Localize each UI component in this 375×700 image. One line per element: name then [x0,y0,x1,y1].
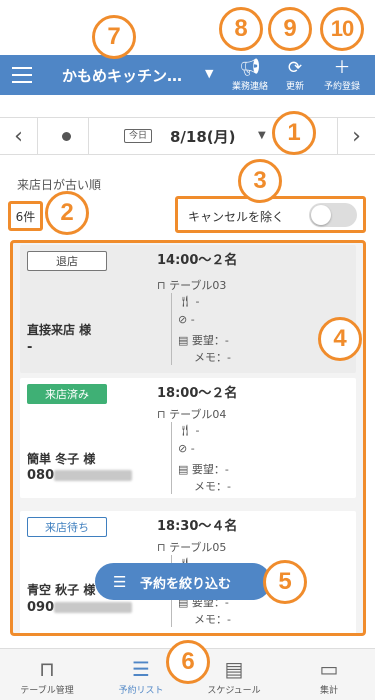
nav-label: 集計 [319,686,338,696]
memo-info: メモ：- [194,613,231,626]
megaphone-icon: 📢︎ [239,58,261,78]
dot-icon [62,131,71,141]
calendar-dot-button[interactable] [45,118,89,154]
reservation-card[interactable]: 退店 直接来店 様 - 14:00～２名 ⊓ テーブル03 🍴︎ - ⊘ - ▤… [20,245,356,373]
status-badge: 来店待ち [27,517,107,537]
next-day-button[interactable]: › [337,118,375,154]
add-reservation-label: 予約登録 [323,82,360,92]
chevron-left-icon: ‹ [14,123,23,149]
table-info: ⊓ テーブル03 [157,279,227,292]
divider [171,293,172,365]
cutlery-icon: 🍴︎ [178,295,196,308]
memo-info: メモ：- [194,351,231,364]
store-name[interactable]: かもめキッチン… [62,65,182,86]
sliders-icon: ☰ [113,573,127,591]
memo-info: メモ：- [194,480,231,493]
caret-down-icon[interactable]: ▼ [205,67,213,80]
table-icon: ⊓ [157,408,170,421]
callout-3: 3 [238,159,282,203]
callout-4: 4 [318,317,362,361]
refresh-button[interactable]: ⟳ 更新 [271,57,319,92]
callout-7: 7 [92,15,136,59]
date-bar: ‹ 今日 8/18(月) ▼ › [0,117,375,155]
nav-summary[interactable]: ▭ 集計 [284,655,374,696]
divider [171,422,172,494]
reservation-time: 14:00～２名 [157,253,238,268]
toggle-knob [311,205,331,225]
clipboard-icon: ▤ [178,334,192,347]
table-icon: ⊓ [157,279,170,292]
callout-5: 5 [263,560,307,604]
chevron-right-icon: › [352,123,361,149]
request-info: ▤ 要望：- [178,334,229,347]
refresh-icon: ⟳ [287,58,303,78]
filter-reservations-label: 予約を絞り込む [140,577,232,592]
coupon-info: ⊘ - [178,442,195,455]
status-badge: 退店 [27,251,107,271]
guest-phone: 090 [27,600,133,615]
redacted-phone [54,470,133,481]
nav-table-management[interactable]: ⊓ テーブル管理 [2,655,92,696]
course-info: 🍴︎ - [178,295,200,308]
callout-1: 1 [272,111,316,155]
exclude-cancel-toggle[interactable] [309,203,357,227]
redacted-phone [54,602,133,613]
callout-6: 6 [166,640,210,684]
add-reservation-button[interactable]: ＋ 予約登録 [318,57,366,92]
callout-9: 9 [268,7,312,51]
nav-label: スケジュール [207,686,261,696]
callout-8: 8 [219,7,263,51]
coupon-info: ⊘ - [178,313,195,326]
reservation-count: 6件 [8,201,43,231]
caret-down-icon[interactable]: ▼ [258,130,266,141]
guest-phone: 080 [27,468,133,483]
guest-name: 簡単 冬子 様 [27,452,96,466]
reservation-time: 18:30～４名 [157,519,238,534]
nav-label: テーブル管理 [20,686,74,696]
table-info: ⊓ テーブル05 [157,541,227,554]
sort-label[interactable]: 来店日が古い順 [17,176,101,193]
prev-day-button[interactable]: ‹ [0,118,38,154]
reservation-card[interactable]: 来店済み 簡単 冬子 様 080 18:00～２名 ⊓ テーブル04 🍴︎ - … [20,378,356,498]
guest-name: 青空 秋子 様 [27,583,96,597]
request-info: ▤ 要望：- [178,463,229,476]
reservation-time: 18:00～２名 [157,386,238,401]
refresh-label: 更新 [285,82,304,92]
menu-icon[interactable] [12,67,32,83]
today-button[interactable]: 今日 [124,129,153,143]
guest-phone: - [27,340,33,355]
nav-label: 予約リスト [118,686,164,696]
tag-icon: ⊘ [178,442,191,455]
guest-name: 直接来店 様 [27,323,92,337]
status-badge: 来店済み [27,384,107,404]
date-selector[interactable]: 8/18(月) [170,126,236,147]
tag-icon: ⊘ [178,313,191,326]
notice-button[interactable]: 📢︎ 業務連絡 [226,57,274,92]
exclude-cancel-label: キャンセルを除く [188,210,285,224]
table-icon: ⊓ [157,541,170,554]
callout-10: 10 [320,7,364,51]
cutlery-icon: 🍴︎ [178,424,196,437]
table-icon: ⊓ [39,657,55,681]
app-header: かもめキッチン… ▼ 📢︎ 業務連絡 ⟳ 更新 ＋ 予約登録 [0,55,375,95]
callout-2: 2 [45,191,89,235]
course-info: 🍴︎ - [178,424,200,437]
clipboard-icon: ▤ [178,463,192,476]
chart-icon: ▭ [319,657,339,681]
exclude-cancel-control: キャンセルを除く [175,196,366,233]
table-info: ⊓ テーブル04 [157,408,227,421]
filter-reservations-button[interactable]: ☰ 予約を絞り込む [95,563,271,600]
notice-label: 業務連絡 [231,82,268,92]
plus-icon: ＋ [333,58,351,78]
